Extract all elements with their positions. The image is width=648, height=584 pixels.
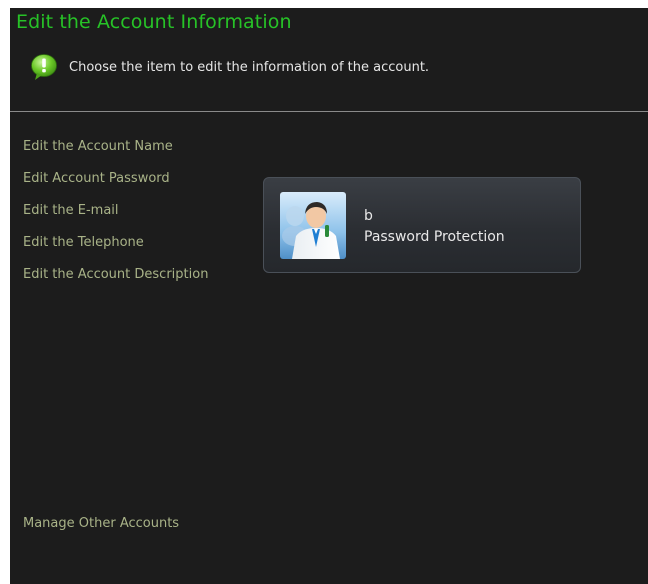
account-card[interactable]: b Password Protection [263,177,581,273]
edit-menu: Edit the Account Name Edit Account Passw… [23,138,208,298]
account-name: b [364,208,373,224]
speech-bubble-exclamation-icon [31,54,57,80]
page-title: Edit the Account Information [16,11,292,33]
user-avatar-icon [280,192,346,259]
menu-item-edit-account-name[interactable]: Edit the Account Name [23,138,208,170]
manage-other-accounts-link[interactable]: Manage Other Accounts [23,516,179,531]
hint-text: Choose the item to edit the information … [69,59,430,75]
menu-item-edit-account-description[interactable]: Edit the Account Description [23,266,208,298]
header-divider [10,111,648,112]
menu-item-edit-account-password[interactable]: Edit Account Password [23,170,208,202]
hint-row: Choose the item to edit the information … [30,53,429,81]
account-status: Password Protection [364,229,505,245]
menu-item-edit-telephone[interactable]: Edit the Telephone [23,234,208,266]
account-window: Edit the Account Information Choose the … [10,8,648,584]
menu-item-edit-email[interactable]: Edit the E-mail [23,202,208,234]
